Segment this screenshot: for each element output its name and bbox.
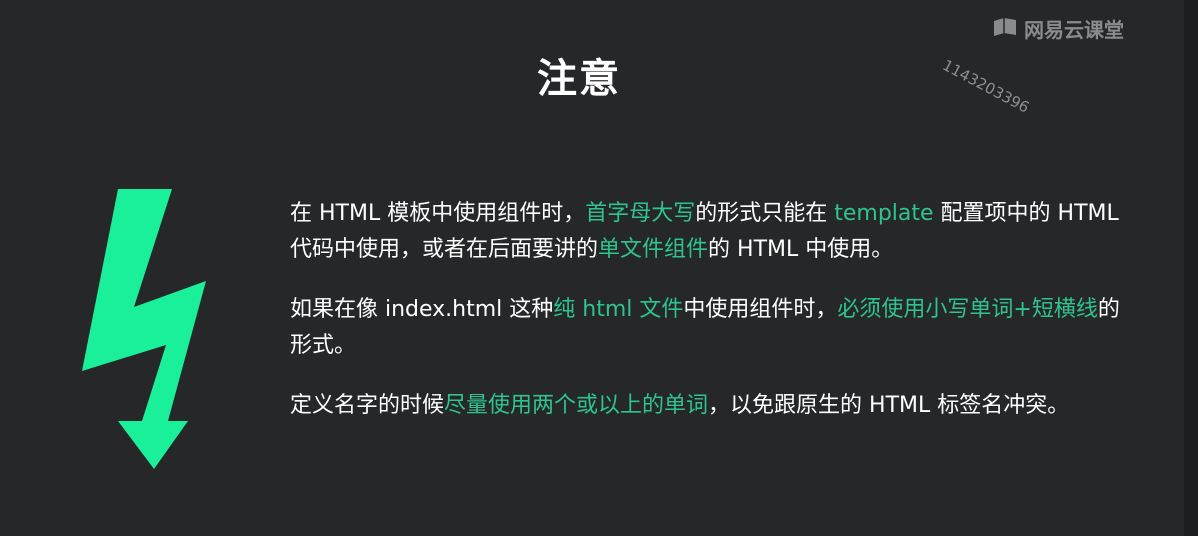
note-text: 中使用组件时，	[683, 297, 838, 322]
highlighted-text: template	[834, 201, 934, 226]
note-paragraph: 定义名字的时候尽量使用两个或以上的单词，以免跟原生的 HTML 标签名冲突。	[290, 388, 1140, 424]
note-paragraph: 如果在像 index.html 这种纯 html 文件中使用组件时，必须使用小写…	[290, 292, 1140, 364]
note-paragraph: 在 HTML 模板中使用组件时，首字母大写的形式只能在 template 配置项…	[290, 196, 1140, 268]
highlighted-text: 首字母大写	[585, 201, 696, 226]
highlighted-text: 纯 html 文件	[553, 297, 684, 322]
highlighted-text: 单文件组件	[598, 237, 709, 262]
note-text: 的形式只能在	[695, 201, 835, 226]
brand-name: 网易云课堂	[1024, 17, 1124, 42]
lightning-bolt-icon	[70, 185, 210, 479]
notes-content: 在 HTML 模板中使用组件时，首字母大写的形式只能在 template 配置项…	[290, 196, 1140, 448]
note-text: 的 HTML 中使用。	[708, 237, 894, 262]
right-edge-strip	[1184, 0, 1198, 536]
note-text: ，以免跟原生的 HTML 标签名冲突。	[708, 393, 1070, 418]
note-text: 如果在像 index.html 这种	[290, 297, 554, 322]
brand-watermark: 网易云课堂	[992, 14, 1124, 42]
note-text: 在 HTML 模板中使用组件时，	[290, 201, 586, 226]
highlighted-text: 尽量使用两个或以上的单词	[444, 393, 709, 418]
note-text: 定义名字的时候	[290, 393, 445, 418]
book-logo-icon	[992, 17, 1018, 39]
highlighted-text: 必须使用小写单词+短横线	[837, 297, 1098, 322]
